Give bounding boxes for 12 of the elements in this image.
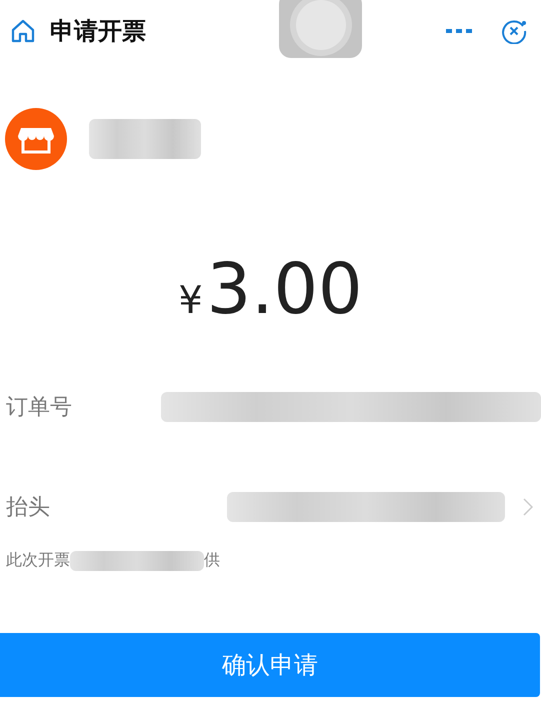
note-text: 此次开票 bbox=[6, 550, 70, 571]
more-icon[interactable] bbox=[445, 27, 473, 35]
close-icon[interactable] bbox=[501, 18, 527, 44]
currency-symbol: ¥ bbox=[178, 278, 203, 322]
page-title: 申请开票 bbox=[50, 16, 146, 47]
field-label: 抬头 bbox=[6, 494, 51, 522]
field-label: 订单号 bbox=[6, 394, 73, 422]
note-text: 供 bbox=[204, 550, 220, 571]
shop-icon bbox=[5, 108, 67, 170]
amount-value: 3.00 bbox=[206, 248, 363, 330]
confirm-button[interactable]: 确认申请 bbox=[0, 633, 540, 697]
home-icon[interactable] bbox=[10, 18, 36, 44]
